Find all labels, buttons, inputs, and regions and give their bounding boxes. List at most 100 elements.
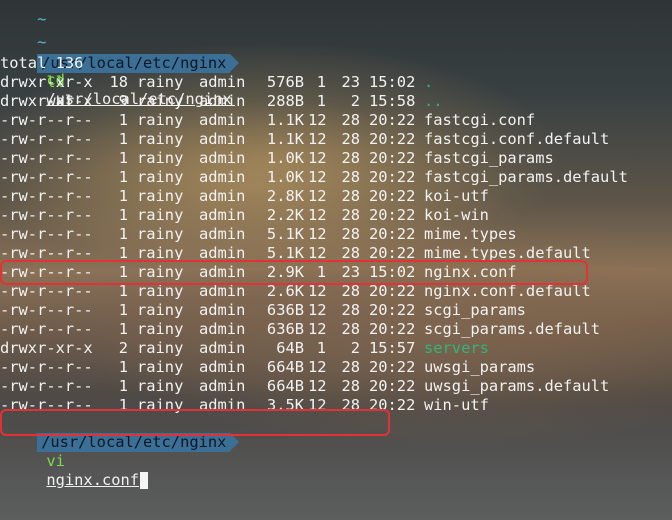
file-month: 12: [308, 111, 327, 129]
file-day: 28: [341, 168, 360, 186]
file-time: 20:22: [369, 377, 416, 395]
file-time: 20:22: [369, 149, 416, 167]
file-file-name: scgi_params: [424, 301, 526, 319]
file-day: 28: [341, 358, 360, 376]
file-links: 1: [118, 111, 128, 129]
file-perm: drwxrwxr-x: [0, 92, 93, 110]
file-owner: rainy: [137, 187, 184, 205]
file-time: 20:22: [369, 111, 416, 129]
file-file-name: .: [424, 73, 434, 91]
file-links: 9: [118, 92, 128, 110]
text-cursor: [140, 472, 149, 489]
file-time: 20:22: [369, 187, 416, 205]
file-row: -rw-r--r-- 1 rainy admin 664B 12 28 20:22 uwsgi_…: [0, 358, 672, 377]
file-file-name: scgi_params.default: [424, 320, 601, 338]
file-month: 1: [316, 73, 326, 91]
file-group: admin: [199, 358, 246, 376]
file-time: 20:22: [369, 206, 416, 224]
file-perm: -rw-r--r--: [0, 301, 93, 319]
file-links: 18: [109, 73, 128, 91]
file-perm: -rw-r--r--: [0, 187, 93, 205]
file-file-name: fastcgi.conf.default: [424, 130, 610, 148]
file-file-name: fastcgi_params.default: [424, 168, 628, 186]
file-time: 15:58: [369, 92, 416, 110]
file-file-name: win-utf: [424, 396, 489, 414]
file-day: 28: [341, 149, 360, 167]
file-group: admin: [199, 73, 246, 91]
listing-total: total 136: [0, 54, 84, 72]
file-month: 12: [308, 168, 327, 186]
file-time: 20:22: [369, 168, 416, 186]
file-perm: -rw-r--r--: [0, 130, 93, 148]
file-row: -rw-r--r-- 1 rainy admin 636B 12 28 20:22 scgi_p…: [0, 320, 672, 339]
file-size: 288B: [266, 92, 304, 110]
file-size: 5.1K: [266, 225, 304, 243]
file-file-name: ..: [424, 92, 443, 110]
file-size: 1.0K: [266, 149, 304, 167]
file-file-name: uwsgi_params: [424, 358, 536, 376]
file-month: 12: [308, 187, 327, 205]
file-file-name: koi-utf: [424, 187, 489, 205]
file-month: 1: [316, 339, 326, 357]
prompt-badge-arrow-icon: [230, 54, 240, 72]
file-group: admin: [199, 320, 246, 338]
file-day: 28: [341, 377, 360, 395]
file-perm: drwxr-xr-x: [0, 339, 93, 357]
file-row: drwxr-xr-x 18 rainy admin 576B 1 23 15:02.: [0, 73, 672, 92]
file-links: 1: [118, 206, 128, 224]
file-owner: rainy: [137, 358, 184, 376]
file-row: drwxrwxr-x 9 rainy admin 288B 1 2 15:58..: [0, 92, 672, 111]
file-month: 12: [308, 301, 327, 319]
file-perm: -rw-r--r--: [0, 377, 93, 395]
file-size: 664B: [266, 377, 304, 395]
file-file-name: koi-win: [424, 206, 489, 224]
file-links: 1: [118, 168, 128, 186]
file-perm: -rw-r--r--: [0, 320, 93, 338]
file-owner: rainy: [137, 73, 184, 91]
file-month: 12: [308, 225, 327, 243]
file-group: admin: [199, 206, 246, 224]
file-row: -rw-r--r-- 1 rainy admin 1.1K 12 28 20:22 fastcg…: [0, 130, 672, 149]
file-row: -rw-r--r-- 1 rainy admin 1.1K 12 28 20:22 fastcg…: [0, 111, 672, 130]
file-month: 1: [316, 92, 326, 110]
terminal-window[interactable]: ~ ~ ❯ cd /usr/local/etc/nginx /usr/local…: [0, 0, 672, 520]
file-time: 20:22: [369, 130, 416, 148]
file-day: 2: [350, 92, 360, 110]
file-file-name: servers: [424, 339, 489, 357]
file-day: 28: [341, 130, 360, 148]
file-size: 2.2K: [266, 206, 304, 224]
file-links: 1: [118, 187, 128, 205]
file-group: admin: [199, 377, 246, 395]
file-group: admin: [199, 225, 246, 243]
file-month: 12: [308, 206, 327, 224]
file-links: 1: [118, 358, 128, 376]
file-size: 1.0K: [266, 168, 304, 186]
file-group: admin: [199, 111, 246, 129]
file-file-name: fastcgi_params: [424, 149, 554, 167]
file-owner: rainy: [137, 339, 184, 357]
file-row: -rw-r--r-- 1 rainy admin 636B 12 28 20:22 scgi_p…: [0, 301, 672, 320]
file-month: 12: [308, 130, 327, 148]
command-vi-file: nginx.conf: [46, 471, 140, 489]
file-row: -rw-r--r-- 1 rainy admin 1.0K 12 28 20:22 fastcg…: [0, 149, 672, 168]
file-size: 2.8K: [266, 187, 304, 205]
file-size: 64B: [276, 339, 304, 357]
prompt-line-ll: /usr/local/etc/nginx ll -al: [0, 35, 240, 110]
prompt-tilde-line-top: ~: [0, 0, 46, 28]
file-month: 12: [308, 149, 327, 167]
file-day: 28: [341, 111, 360, 129]
command-vi: vi: [46, 452, 65, 470]
file-group: admin: [199, 92, 246, 110]
file-perm: -rw-r--r--: [0, 358, 93, 376]
file-perm: -rw-r--r--: [0, 111, 93, 129]
file-links: 1: [118, 301, 128, 319]
file-perm: -rw-r--r--: [0, 225, 93, 243]
file-row: -rw-r--r-- 1 rainy admin 2.8K 12 28 20:22 koi-ut…: [0, 187, 672, 206]
file-group: admin: [199, 301, 246, 319]
file-links: 1: [118, 320, 128, 338]
file-file-name: uwsgi_params.default: [424, 377, 610, 395]
file-size: 1.1K: [266, 111, 304, 129]
file-time: 15:02: [369, 73, 416, 91]
file-row: drwxr-xr-x 2 rainy admin 64B 1 2 15:57 servers: [0, 339, 672, 358]
file-row: -rw-r--r-- 1 rainy admin 2.2K 12 28 20:22 koi-wi…: [0, 206, 672, 225]
